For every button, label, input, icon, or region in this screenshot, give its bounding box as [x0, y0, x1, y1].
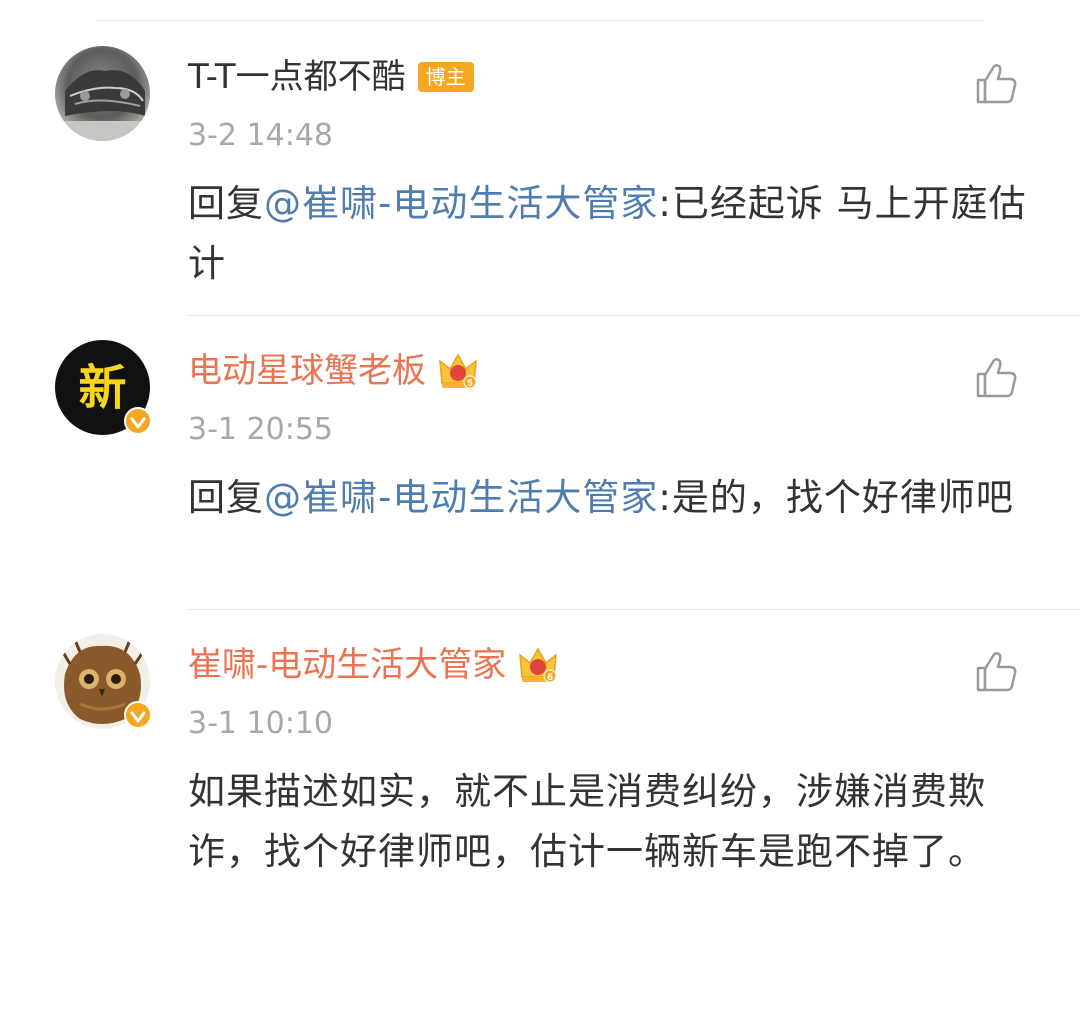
username-row: 崔啸-电动生活大管家 6 [188, 642, 560, 688]
svg-text:5: 5 [467, 379, 473, 389]
avatar[interactable] [55, 634, 152, 729]
timestamp: 3-1 20:55 [188, 412, 333, 447]
comment-item: 新 电动星球蟹老板 5 3-1 20:55 回复@崔啸-电动生活大管家:是的，找… [0, 340, 1080, 610]
thumbs-up-icon[interactable] [972, 60, 1020, 108]
avatar[interactable]: 新 [55, 340, 152, 435]
verified-badge-icon [124, 701, 152, 729]
mention-link[interactable]: @崔啸-电动生活大管家 [264, 476, 658, 519]
timestamp: 3-2 14:48 [188, 118, 333, 153]
svg-text:新: 新 [78, 360, 126, 416]
username-row: 电动星球蟹老板 5 [188, 348, 480, 394]
username[interactable]: 崔啸-电动生活大管家 [188, 642, 506, 688]
comment-divider [188, 609, 1080, 610]
reply-prefix: 回复 [188, 476, 264, 519]
crown-level-icon: 5 [439, 353, 477, 389]
mention-link[interactable]: @崔啸-电动生活大管家 [264, 182, 658, 225]
timestamp: 3-1 10:10 [188, 706, 333, 741]
comment-item: 崔啸-电动生活大管家 6 3-1 10:10 如果描述如实，就不止是消费纠纷，涉… [0, 634, 1080, 1004]
thumbs-up-icon[interactable] [972, 648, 1020, 696]
thumbs-up-icon[interactable] [972, 354, 1020, 402]
svg-text:6: 6 [547, 673, 553, 683]
username[interactable]: 电动星球蟹老板 [188, 348, 426, 394]
crown-level-icon: 6 [519, 647, 558, 683]
comment-item: T-T一点都不酷 博主 3-2 14:48 回复@崔啸-电动生活大管家:已经起诉… [0, 46, 1080, 316]
username-row: T-T一点都不酷 博主 [188, 54, 474, 100]
comment-text: 回复@崔啸-电动生活大管家:已经起诉 马上开庭估计 [188, 174, 1038, 294]
comment-content: :是的，找个好律师吧 [658, 476, 1014, 519]
blogger-tag: 博主 [417, 62, 474, 92]
avatar[interactable] [55, 46, 150, 141]
verified-badge-icon [124, 407, 152, 435]
reply-prefix: 回复 [188, 182, 264, 225]
comment-text: 回复@崔啸-电动生活大管家:是的，找个好律师吧 [188, 468, 1038, 528]
top-divider [95, 20, 985, 21]
comment-divider [188, 315, 1080, 316]
username[interactable]: T-T一点都不酷 [188, 54, 406, 100]
car-photo-avatar-icon [55, 46, 150, 141]
comment-text: 如果描述如实，就不止是消费纠纷，涉嫌消费欺诈，找个好律师吧，估计一辆新车是跑不掉… [188, 770, 986, 873]
